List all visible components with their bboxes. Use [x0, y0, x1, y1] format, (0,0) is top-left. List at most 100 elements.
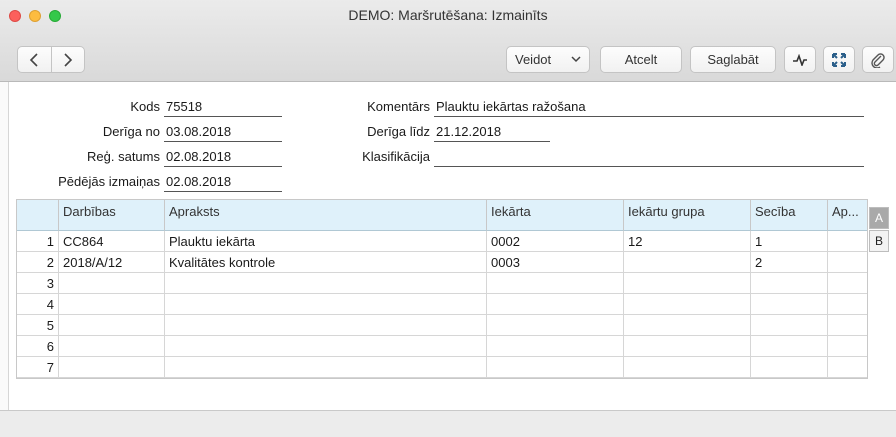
table-cell-ap[interactable] [828, 357, 867, 378]
table-cell-equipment-group[interactable] [624, 273, 751, 294]
table-cell-sequence[interactable] [751, 294, 828, 315]
table-row[interactable]: 1 CC864 Plauktu iekārta 0002 12 1 [17, 231, 867, 252]
table-cell-row-number: 1 [17, 231, 59, 252]
valid-to-field[interactable]: 21.12.2018 [434, 124, 550, 142]
table-cell-equipment[interactable] [487, 294, 624, 315]
table-cell-equipment-group[interactable] [624, 315, 751, 336]
table-cell-equipment[interactable] [487, 357, 624, 378]
table-cell-equipment[interactable]: 0002 [487, 231, 624, 252]
save-button[interactable]: Saglabāt [690, 46, 776, 73]
table-header-equipment-group[interactable]: Iekārtu grupa [624, 200, 751, 231]
comment-label: Komentārs [367, 99, 430, 114]
chevron-right-icon [64, 52, 73, 67]
code-label: Kods [130, 99, 160, 114]
table-cell-equipment-group[interactable] [624, 252, 751, 273]
table-cell-description[interactable]: Kvalitātes kontrole [165, 252, 487, 273]
table-cell-row-number: 5 [17, 315, 59, 336]
table-cell-sequence[interactable]: 1 [751, 231, 828, 252]
table-cell-equipment[interactable] [487, 273, 624, 294]
table-cell-ap[interactable] [828, 231, 867, 252]
table-cell-sequence[interactable] [751, 336, 828, 357]
reg-date-label: Reģ. satums [87, 149, 160, 164]
window-title: DEMO: Maršrutēšana: Izmainīts [348, 7, 548, 23]
table-cell-equipment-group[interactable] [624, 294, 751, 315]
table-cell-equipment-group[interactable] [624, 357, 751, 378]
table-cell-ap[interactable] [828, 336, 867, 357]
table-cell-equipment[interactable]: 0003 [487, 252, 624, 273]
table-cell-description[interactable] [165, 294, 487, 315]
table-row[interactable]: 4 [17, 294, 867, 315]
table-cell-operation[interactable] [59, 357, 165, 378]
table-cell-ap[interactable] [828, 294, 867, 315]
cancel-button[interactable]: Atcelt [600, 46, 682, 73]
table-cell-operation[interactable] [59, 336, 165, 357]
create-dropdown-label: Veidot [515, 52, 552, 67]
side-tab-a[interactable]: A [869, 207, 889, 229]
table-cell-equipment-group[interactable] [624, 336, 751, 357]
table-row[interactable]: 7 [17, 357, 867, 378]
valid-to-label: Derīga līdz [367, 124, 430, 139]
table-cell-sequence[interactable] [751, 273, 828, 294]
table-header-operations[interactable]: Darbības [59, 200, 165, 231]
valid-from-label: Derīga no [102, 124, 160, 139]
paperclip-icon [871, 52, 885, 68]
table-cell-row-number: 4 [17, 294, 59, 315]
comment-field[interactable]: Plauktu iekārtas ražošana [434, 99, 864, 117]
table-row[interactable]: 5 [17, 315, 867, 336]
table-cell-sequence[interactable] [751, 357, 828, 378]
valid-from-field[interactable]: 03.08.2018 [164, 124, 282, 142]
operations-table: Darbības Apraksts Iekārta Iekārtu grupa … [16, 199, 868, 379]
side-tab-b[interactable]: B [869, 230, 889, 252]
chevron-down-icon [571, 56, 581, 63]
table-cell-sequence[interactable]: 2 [751, 252, 828, 273]
last-change-label: Pēdējās izmaiņas [58, 174, 160, 189]
save-button-label: Saglabāt [707, 52, 759, 67]
navigation-buttons [17, 46, 85, 73]
table-header-description[interactable]: Apraksts [165, 200, 487, 231]
forward-button[interactable] [50, 47, 84, 72]
expand-button[interactable] [823, 46, 855, 73]
table-cell-ap[interactable] [828, 273, 867, 294]
table-cell-ap[interactable] [828, 315, 867, 336]
table-cell-description[interactable] [165, 273, 487, 294]
table-cell-operation[interactable]: CC864 [59, 231, 165, 252]
table-row[interactable]: 3 [17, 273, 867, 294]
table-cell-equipment-group[interactable]: 12 [624, 231, 751, 252]
table-header-row-number [17, 200, 59, 231]
table-cell-row-number: 3 [17, 273, 59, 294]
create-dropdown-button[interactable]: Veidot [506, 46, 590, 73]
attachment-button[interactable] [862, 46, 894, 73]
cancel-button-label: Atcelt [624, 52, 658, 67]
table-row[interactable]: 2 2018/A/12 Kvalitātes kontrole 0003 2 [17, 252, 867, 273]
table-cell-operation[interactable]: 2018/A/12 [59, 252, 165, 273]
back-button[interactable] [18, 47, 51, 72]
table-cell-ap[interactable] [828, 252, 867, 273]
title-bar: DEMO: Maršrutēšana: Izmainīts Veidot Atc… [0, 0, 896, 82]
table-cell-description[interactable] [165, 336, 487, 357]
table-cell-operation[interactable] [59, 294, 165, 315]
code-field[interactable]: 75518 [164, 99, 282, 117]
table-cell-description[interactable]: Plauktu iekārta [165, 231, 487, 252]
table-header-equipment[interactable]: Iekārta [487, 200, 624, 231]
classification-field[interactable] [434, 149, 864, 167]
table-cell-sequence[interactable] [751, 315, 828, 336]
table-cell-row-number: 2 [17, 252, 59, 273]
window-left-edge [0, 82, 9, 410]
table-header-sequence[interactable]: Secība [751, 200, 828, 231]
reg-date-field[interactable]: 02.08.2018 [164, 149, 282, 167]
classification-label: Klasifikācija [362, 149, 430, 164]
table-cell-operation[interactable] [59, 315, 165, 336]
table-cell-description[interactable] [165, 315, 487, 336]
table-header-ap[interactable]: Ap... [828, 200, 867, 231]
last-change-field[interactable]: 02.08.2018 [164, 174, 282, 192]
table-row[interactable]: 6 [17, 336, 867, 357]
table-cell-row-number: 6 [17, 336, 59, 357]
activity-button[interactable] [784, 46, 816, 73]
table-cell-equipment[interactable] [487, 336, 624, 357]
table-cell-description[interactable] [165, 357, 487, 378]
table-cell-equipment[interactable] [487, 315, 624, 336]
window-footer [0, 410, 896, 437]
table-cell-operation[interactable] [59, 273, 165, 294]
chevron-left-icon [30, 52, 39, 67]
activity-icon [793, 53, 807, 66]
